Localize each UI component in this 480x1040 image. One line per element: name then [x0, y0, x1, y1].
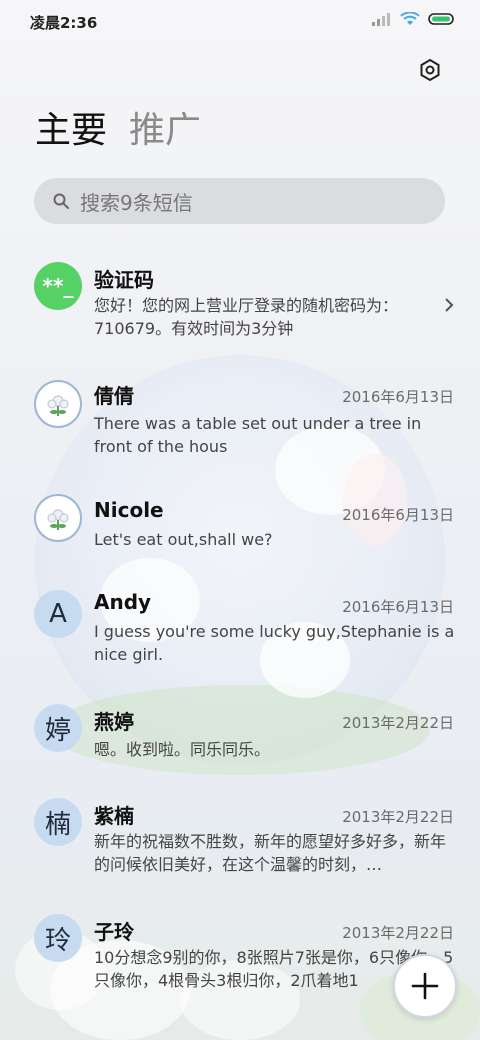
tab-primary[interactable]: 主要 [35, 108, 107, 154]
message-date: 2013年2月22日 [342, 808, 454, 826]
message-preview: 嗯。收到啦。同乐同乐。 [94, 740, 271, 759]
compose-button[interactable] [393, 954, 457, 1018]
avatar: 楠 [34, 798, 82, 846]
settings-button[interactable] [414, 54, 446, 86]
avatar: **_ [34, 262, 82, 310]
status-icons [372, 12, 456, 26]
avatar [34, 494, 82, 542]
list-item[interactable]: 楠 紫楠 2013年2月22日 新年的祝福数不胜数，新年的愿望好多好多，新年的问… [0, 796, 480, 886]
tab-promotions[interactable]: 推广 [129, 108, 201, 154]
signal-icon [372, 13, 390, 26]
contact-name: Andy [94, 590, 152, 614]
tab-bar: 主要 推广 [35, 108, 201, 154]
message-preview: I guess you're some lucky guy,Stephanie … [94, 622, 455, 664]
list-item[interactable]: A Andy 2016年6月13日 I guess you're some lu… [0, 586, 480, 676]
message-date: 2016年6月13日 [342, 388, 454, 406]
message-preview: 新年的祝福数不胜数，新年的愿望好多好多，新年的问候依旧美好，在这个温馨的时刻，… [94, 832, 447, 874]
list-item[interactable]: **_ 验证码 您好！您的网上营业厅登录的随机密码为：710679。有效时间为3… [0, 248, 480, 358]
battery-icon [428, 13, 454, 25]
plus-icon [411, 972, 439, 1000]
contact-name: Nicole [94, 498, 164, 522]
message-preview: Let's eat out,shall we? [94, 530, 273, 549]
list-item[interactable]: 倩倩 2016年6月13日 There was a table set out … [0, 368, 480, 468]
contact-name: 紫楠 [94, 804, 134, 828]
search-input[interactable]: 搜索9条短信 [80, 187, 193, 216]
message-preview: 您好！您的网上营业厅登录的随机密码为：710679。有效时间为3分钟 [94, 296, 399, 338]
contact-name: 燕婷 [94, 710, 134, 734]
list-item[interactable]: 婷 燕婷 2013年2月22日 嗯。收到啦。同乐同乐。 [0, 702, 480, 772]
search-icon [53, 193, 69, 209]
contact-name: 验证码 [94, 268, 154, 292]
avatar: A [34, 590, 82, 638]
flower-avatar-icon [47, 509, 69, 530]
avatar: 玲 [34, 914, 82, 962]
avatar: 婷 [34, 704, 82, 752]
avatar [34, 380, 82, 428]
message-preview: There was a table set out under a tree i… [94, 414, 422, 456]
contact-name: 子玲 [94, 920, 134, 944]
list-item[interactable]: Nicole 2016年6月13日 Let's eat out,shall we… [0, 494, 480, 564]
message-date: 2013年2月22日 [342, 714, 454, 732]
gear-icon [420, 58, 440, 82]
contact-name: 倩倩 [94, 384, 134, 408]
search-bar[interactable]: 搜索9条短信 [34, 178, 445, 224]
flower-avatar-icon [47, 395, 69, 416]
message-date: 2013年2月22日 [342, 924, 454, 942]
status-bar: 凌晨2:36 [0, 0, 480, 42]
chevron-right-icon [445, 298, 454, 312]
message-date: 2016年6月13日 [342, 506, 454, 524]
message-date: 2016年6月13日 [342, 598, 454, 616]
status-time: 凌晨2:36 [30, 14, 98, 32]
wifi-icon [400, 12, 420, 25]
